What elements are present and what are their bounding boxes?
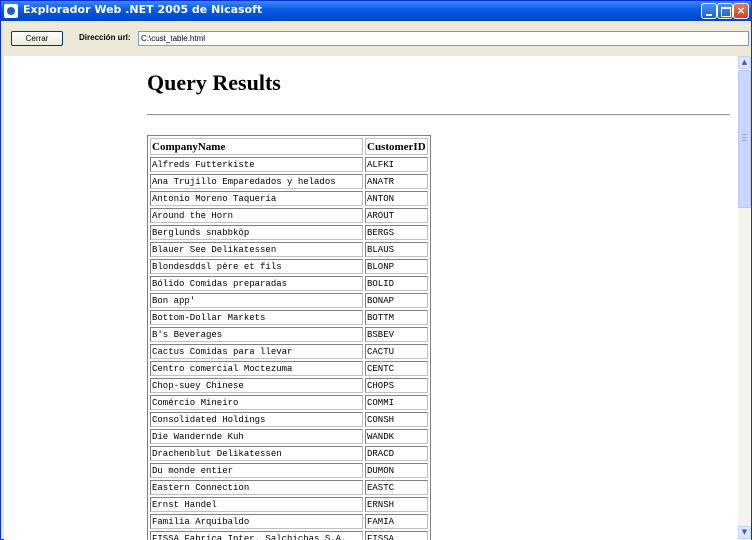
cell-company-name: Centro comercial Moctezuma — [150, 361, 363, 376]
app-window: Explorador Web .NET 2005 de Nicasoft × C… — [0, 0, 752, 540]
table-row: Ernst Handel ERNSH — [150, 497, 428, 512]
cell-company-name: Eastern Connection — [150, 480, 363, 495]
column-header-companyname: CompanyName — [150, 138, 363, 155]
table-row: Die Wandernde Kuh WANDK — [150, 429, 428, 444]
cell-customer-id: ANATR — [365, 174, 428, 189]
cell-company-name: Antonio Moreno Taquería — [150, 191, 363, 206]
thumb-grip — [742, 140, 747, 141]
table-row: FISSA Fabrica Inter. Salchichas S.A. FISS… — [150, 531, 428, 540]
cell-customer-id: WANDK — [365, 429, 428, 444]
cell-customer-id: AROUT — [365, 208, 428, 223]
table-row: Consolidated Holdings CONSH — [150, 412, 428, 427]
table-row: Bon app' BONAP — [150, 293, 428, 308]
cell-company-name: Familia Arquibaldo — [150, 514, 363, 529]
cell-customer-id: BERGS — [365, 225, 428, 240]
minimize-icon — [706, 14, 712, 16]
address-label: Dirección url: — [79, 33, 131, 42]
cell-customer-id: BOTTM — [365, 310, 428, 325]
cell-customer-id: DRACD — [365, 446, 428, 461]
vertical-scrollbar[interactable]: ▲ ▼ — [738, 56, 751, 540]
cell-customer-id: CACTU — [365, 344, 428, 359]
cell-company-name: Blauer See Delikatessen — [150, 242, 363, 257]
table-row: Blondesddsl père et fils BLONP — [150, 259, 428, 274]
cell-customer-id: CHOPS — [365, 378, 428, 393]
results-table: CompanyName CustomerID Alfreds Futterkis… — [147, 135, 431, 540]
scroll-up-button[interactable]: ▲ — [738, 56, 751, 69]
table-row: Blauer See Delikatessen BLAUS — [150, 242, 428, 257]
chevron-up-icon: ▲ — [741, 58, 748, 66]
cell-company-name: Die Wandernde Kuh — [150, 429, 363, 444]
cell-customer-id: BLAUS — [365, 242, 428, 257]
table-row: Centro comercial Moctezuma CENTC — [150, 361, 428, 376]
table-row: Cactus Comidas para llevar CACTU — [150, 344, 428, 359]
cell-company-name: Consolidated Holdings — [150, 412, 363, 427]
cell-company-name: Berglunds snabbköp — [150, 225, 363, 240]
table-row: Comércio Mineiro COMMI — [150, 395, 428, 410]
cell-customer-id: ANTON — [365, 191, 428, 206]
window-title: Explorador Web .NET 2005 de Nicasoft — [23, 3, 263, 16]
cell-company-name: Around the Horn — [150, 208, 363, 223]
table-row: Drachenblut Delikatessen DRACD — [150, 446, 428, 461]
cell-company-name: Cactus Comidas para llevar — [150, 344, 363, 359]
restore-icon — [721, 7, 731, 17]
cell-customer-id: CONSH — [365, 412, 428, 427]
table-header-row: CompanyName CustomerID — [150, 138, 428, 155]
cell-company-name: B's Beverages — [150, 327, 363, 342]
address-input[interactable]: C:\cust_table.html — [138, 31, 749, 46]
thumb-grip — [742, 134, 747, 135]
thumb-grip — [742, 137, 747, 138]
table-row: Bottom-Dollar Markets BOTTM — [150, 310, 428, 325]
table-row: Eastern Connection EASTC — [150, 480, 428, 495]
horizontal-rule — [147, 114, 730, 116]
browser-view[interactable]: Query Results CompanyName CustomerID Alf… — [4, 56, 738, 540]
cell-customer-id: ALFKI — [365, 157, 428, 172]
table-row: Berglunds snabbköp BERGS — [150, 225, 428, 240]
cell-customer-id: BONAP — [365, 293, 428, 308]
scroll-thumb[interactable] — [738, 70, 751, 208]
table-row: Familia Arquibaldo FAMIA — [150, 514, 428, 529]
title-bar[interactable]: Explorador Web .NET 2005 de Nicasoft × — [1, 1, 751, 21]
cell-customer-id: BLONP — [365, 259, 428, 274]
cell-customer-id: ERNSH — [365, 497, 428, 512]
scroll-down-button[interactable]: ▼ — [738, 526, 751, 539]
chevron-down-icon: ▼ — [741, 528, 748, 536]
cerrar-button[interactable]: Cerrar — [11, 31, 63, 46]
column-header-customerid: CustomerID — [365, 138, 428, 155]
cell-customer-id: COMMI — [365, 395, 428, 410]
table-row: Alfreds Futterkiste ALFKI — [150, 157, 428, 172]
app-icon — [4, 4, 18, 18]
cell-company-name: Bottom-Dollar Markets — [150, 310, 363, 325]
cell-customer-id: FISSA — [365, 531, 428, 540]
cell-customer-id: CENTC — [365, 361, 428, 376]
page-title: Query Results — [147, 70, 281, 95]
table-row: Chop-suey Chinese CHOPS — [150, 378, 428, 393]
cell-customer-id: EASTC — [365, 480, 428, 495]
table-row: Du monde entier DUMON — [150, 463, 428, 478]
cell-company-name: Drachenblut Delikatessen — [150, 446, 363, 461]
cell-customer-id: BOLID — [365, 276, 428, 291]
cell-company-name: Comércio Mineiro — [150, 395, 363, 410]
close-window-button[interactable]: × — [733, 3, 749, 19]
table-row: Antonio Moreno Taquería ANTON — [150, 191, 428, 206]
cell-customer-id: BSBEV — [365, 327, 428, 342]
cell-company-name: Bon app' — [150, 293, 363, 308]
cell-company-name: Blondesddsl père et fils — [150, 259, 363, 274]
cell-company-name: Alfreds Futterkiste — [150, 157, 363, 172]
cell-customer-id: FAMIA — [365, 514, 428, 529]
cell-company-name: Ernst Handel — [150, 497, 363, 512]
cell-company-name: Bólido Comidas preparadas — [150, 276, 363, 291]
minimize-button[interactable] — [701, 3, 717, 19]
cell-customer-id: DUMON — [365, 463, 428, 478]
table-row: Bólido Comidas preparadas BOLID — [150, 276, 428, 291]
cell-company-name: Chop-suey Chinese — [150, 378, 363, 393]
cell-company-name: Du monde entier — [150, 463, 363, 478]
table-row: Around the Horn AROUT — [150, 208, 428, 223]
close-icon: × — [736, 4, 746, 17]
cell-company-name: FISSA Fabrica Inter. Salchichas S.A. — [150, 531, 363, 540]
cell-company-name: Ana Trujillo Emparedados y helados — [150, 174, 363, 189]
table-row: Ana Trujillo Emparedados y helados ANATR — [150, 174, 428, 189]
table-row: B's Beverages BSBEV — [150, 327, 428, 342]
maximize-button[interactable] — [717, 3, 733, 19]
